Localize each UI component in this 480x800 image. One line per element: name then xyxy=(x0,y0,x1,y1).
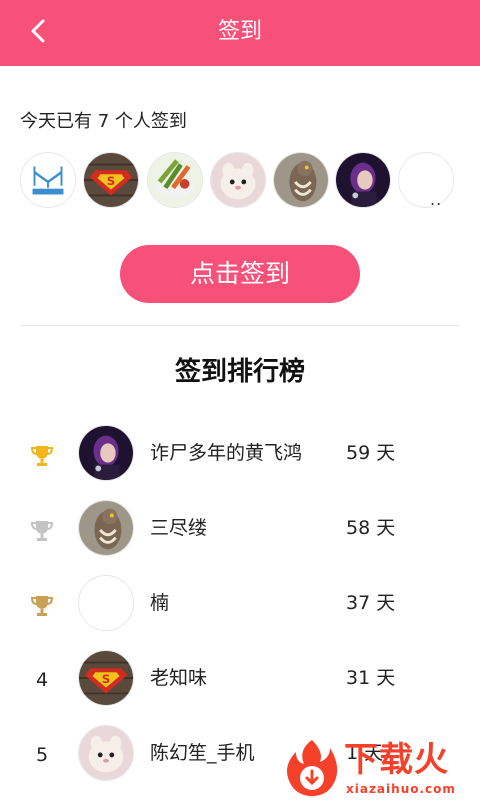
page-title: 签到 xyxy=(217,19,262,44)
rank-badge xyxy=(28,591,56,619)
rank-user-name: 三尽缕 xyxy=(150,517,208,539)
avatar[interactable]: S xyxy=(78,650,134,706)
avatar[interactable] xyxy=(398,152,454,208)
flame-logo-icon xyxy=(287,740,338,796)
svg-text:S: S xyxy=(102,672,110,686)
rank-number: 4 xyxy=(35,669,49,691)
rank-days: 31 天 xyxy=(346,667,396,689)
avatar[interactable] xyxy=(78,575,134,631)
site-watermark: 下载火 xiazaihuo.com xyxy=(284,734,480,800)
gold-trophy-icon xyxy=(30,446,54,466)
rank-user-name: 诈尸多年的黄飞鸿 xyxy=(150,442,303,464)
checkin-button[interactable]: 点击签到 xyxy=(120,245,360,303)
checkin-count-text: 今天已有 7 个人签到 xyxy=(20,111,187,132)
ranking-row[interactable]: 诈尸多年的黄飞鸿 59 天 xyxy=(0,425,480,485)
avatar[interactable] xyxy=(273,152,329,208)
avatar[interactable]: S xyxy=(83,152,139,208)
svg-text:S: S xyxy=(107,174,115,188)
watermark-url: xiazaihuo.com xyxy=(346,782,456,796)
watermark-text: 下载火 xyxy=(344,740,449,780)
header-bar: 签到 xyxy=(0,0,480,66)
silver-trophy-icon xyxy=(30,521,54,541)
rank-badge xyxy=(28,441,56,469)
avatar[interactable] xyxy=(147,152,203,208)
rank-user-name: 陈幻笙_手机 xyxy=(150,742,255,764)
section-divider xyxy=(20,325,460,326)
avatar[interactable] xyxy=(20,152,76,208)
rank-user-name: 楠 xyxy=(150,592,170,614)
rank-days: 58 天 xyxy=(346,517,396,539)
ranking-row[interactable]: 楠 37 天 xyxy=(0,575,480,635)
more-avatars-indicator[interactable]: .. xyxy=(430,190,442,209)
avatar[interactable] xyxy=(210,152,266,208)
ranking-row[interactable]: 4 S 老知味 31 天 xyxy=(0,650,480,710)
avatar[interactable] xyxy=(78,500,134,556)
rank-days: 59 天 xyxy=(346,442,396,464)
avatar[interactable] xyxy=(78,425,134,481)
avatar[interactable] xyxy=(78,725,134,781)
rank-number: 5 xyxy=(35,744,49,766)
bronze-trophy-icon xyxy=(30,596,54,616)
ranking-title: 签到排行榜 xyxy=(174,357,305,387)
rank-badge xyxy=(28,516,56,544)
avatar[interactable] xyxy=(335,152,391,208)
ranking-row[interactable]: 三尽缕 58 天 xyxy=(0,500,480,560)
rank-days: 37 天 xyxy=(346,592,396,614)
rank-user-name: 老知味 xyxy=(150,667,208,689)
